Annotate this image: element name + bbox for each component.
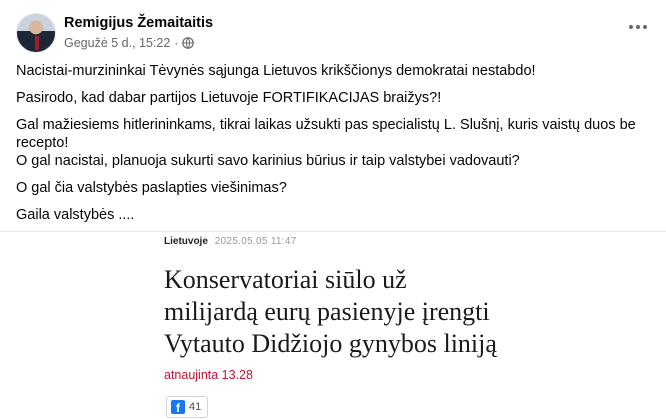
more-options-icon[interactable] bbox=[626, 20, 650, 34]
post-text-line: Gaila valstybės .... bbox=[16, 207, 135, 223]
headline-line: milijardą eurų pasienyje įrengti bbox=[164, 297, 490, 326]
avatar[interactable] bbox=[16, 13, 56, 53]
facebook-share-button[interactable]: f 41 bbox=[166, 396, 209, 418]
facebook-post: Remigijus Žemaitaitis Gegužė 5 d., 15:22… bbox=[0, 0, 666, 232]
shared-article-screenshot[interactable]: Lietuvoje 2025.05.05 11:47 Konservatoria… bbox=[0, 232, 666, 420]
globe-icon bbox=[182, 37, 195, 49]
post-text-line: Pasirodo, kad dabar partijos Lietuvoje F… bbox=[16, 90, 442, 106]
facebook-icon: f bbox=[171, 400, 185, 414]
article-meta: Lietuvoje 2025.05.05 11:47 bbox=[164, 236, 297, 247]
post-text-line: O gal nacistai, planuoja sukurti savo ka… bbox=[16, 153, 520, 169]
post-text-line: recepto! bbox=[16, 135, 69, 151]
article-updated: atnaujinta 13.28 bbox=[164, 368, 253, 382]
headline-line: Konservatoriai siūlo už bbox=[164, 265, 407, 294]
article-headline: Konservatoriai siūlo už milijardą eurų p… bbox=[164, 264, 584, 360]
post-author[interactable]: Remigijus Žemaitaitis bbox=[64, 15, 213, 31]
headline-line: Vytauto Didžiojo gynybos liniją bbox=[164, 329, 497, 358]
post-text-line: O gal čia valstybės paslapties viešinima… bbox=[16, 180, 287, 196]
post-text-line: Nacistai-murzininkai Tėvynės sąjunga Lie… bbox=[16, 63, 536, 79]
article-date: 2025.05.05 11:47 bbox=[214, 236, 297, 247]
article-category: Lietuvoje bbox=[164, 236, 208, 247]
meta-separator: · bbox=[174, 36, 179, 50]
share-count: 41 bbox=[189, 401, 202, 413]
post-date[interactable]: Gegužė 5 d., 15:22 bbox=[64, 36, 170, 50]
post-text-line: Gal mažiesiems hitlerininkams, tikrai la… bbox=[16, 117, 636, 133]
post-meta: Gegužė 5 d., 15:22 · bbox=[64, 36, 195, 50]
